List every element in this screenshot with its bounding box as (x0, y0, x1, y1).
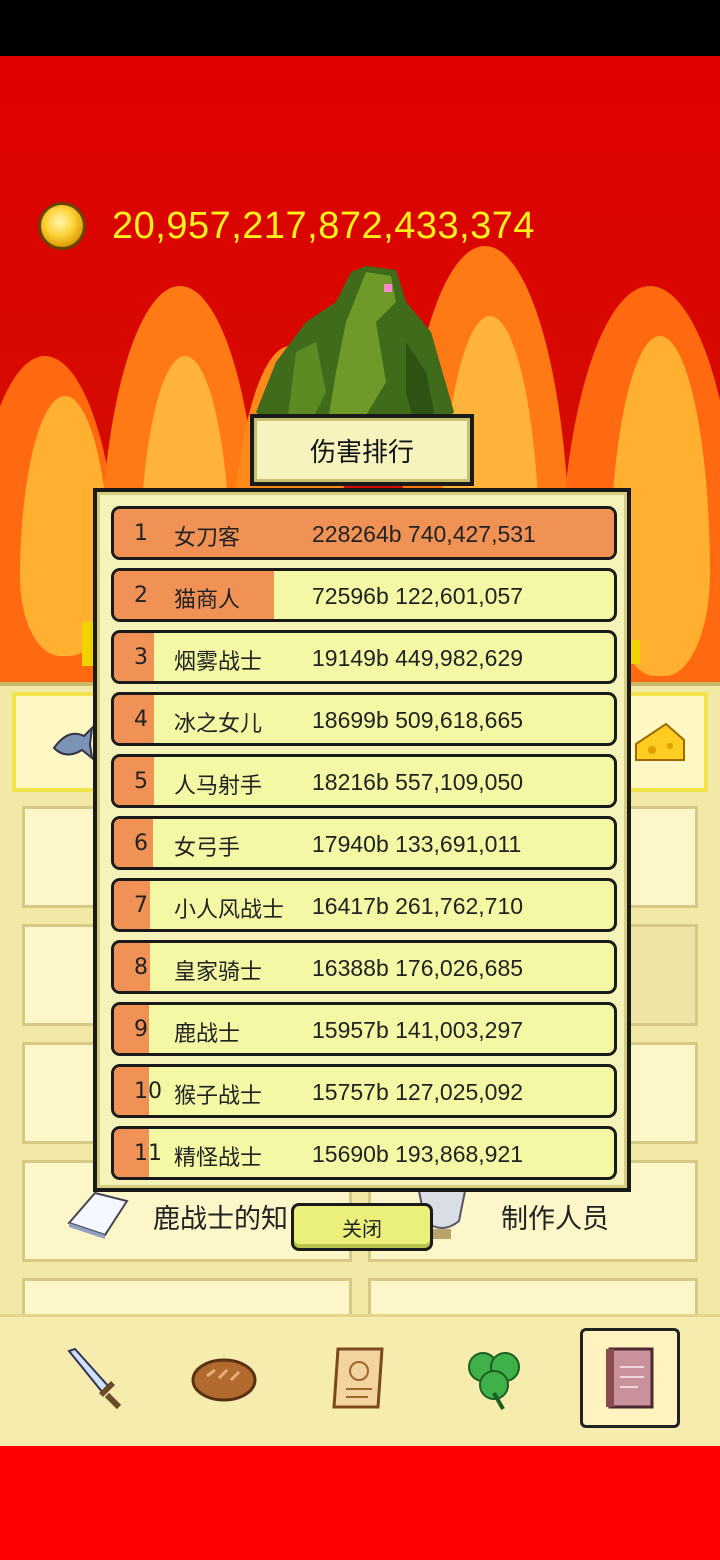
hero-name: 女刀客 (174, 526, 241, 551)
ranking-row: 1 女刀客 228264b 740,427,531 (111, 506, 617, 560)
hero-name: 精怪战士 (174, 1146, 263, 1171)
damage-score: 15957b 141,003,297 (312, 1017, 524, 1043)
damage-score: 18216b 557,109,050 (312, 769, 524, 795)
rank-number: 9 (134, 1017, 148, 1042)
hero-name: 烟雾战士 (174, 650, 263, 675)
ranking-row: 4 冰之女儿 18699b 509,618,665 (111, 692, 617, 746)
rank-number: 6 (134, 831, 148, 856)
fish-icon (52, 725, 94, 761)
ranking-row: 5 人马射手 18216b 557,109,050 (111, 754, 617, 808)
ranking-row: 6 女弓手 17940b 133,691,011 (111, 816, 617, 870)
close-button[interactable]: 关闭 (291, 1203, 433, 1251)
bread-icon (191, 1358, 257, 1402)
ranking-row: 11 精怪战士 15690b 193,868,921 (111, 1126, 617, 1180)
credits-label: 制作人员 (501, 1204, 609, 1235)
rank-number: 1 (134, 521, 148, 546)
hero-name: 猫商人 (174, 588, 241, 613)
ranking-row: 7 小人风战士 16417b 261,762,710 (111, 878, 617, 932)
status-bar (0, 0, 720, 56)
ranking-row: 3 烟雾战士 19149b 449,982,629 (111, 630, 617, 684)
ranking-row: 2 猫商人 72596b 122,601,057 (111, 568, 617, 622)
hero-name: 人马射手 (174, 774, 263, 799)
damage-score: 15757b 127,025,092 (312, 1079, 524, 1105)
gold-coin-icon (38, 202, 86, 250)
hero-name: 猴子战士 (174, 1084, 263, 1109)
hero-name: 冰之女儿 (174, 712, 263, 737)
dialog-title: 伤害排行 (250, 414, 474, 486)
damage-score: 16417b 261,762,710 (312, 893, 524, 919)
rank-number: 3 (134, 645, 148, 670)
damage-ranking-dialog: 1 女刀客 228264b 740,427,531 2 猫商人 72596b 122,60… (93, 488, 631, 1192)
nav-sword-button[interactable] (44, 1330, 140, 1426)
hero-name: 女弓手 (174, 836, 241, 861)
hero-name: 鹿战士 (174, 1022, 241, 1047)
ranking-row: 10 猴子战士 15757b 127,025,092 (111, 1064, 617, 1118)
nav-scroll-button[interactable] (312, 1330, 408, 1426)
rank-number: 7 (134, 893, 148, 918)
damage-score: 18699b 509,618,665 (312, 707, 524, 733)
nav-book-button[interactable] (580, 1328, 680, 1428)
ranking-row: 8 皇家骑士 16388b 176,026,685 (111, 940, 617, 994)
sword-icon (67, 1347, 122, 1410)
rank-number: 11 (134, 1141, 162, 1166)
nav-clover-button[interactable] (446, 1330, 542, 1426)
scroll-icon (332, 1347, 384, 1409)
monster-sprite[interactable] (256, 262, 456, 432)
damage-score: 228264b 740,427,531 (312, 521, 536, 547)
gold-counter: 20,957,217,872,433,374 (38, 198, 535, 254)
cheese-icon (635, 722, 685, 761)
book-icon (606, 1347, 654, 1409)
rank-number: 10 (134, 1079, 162, 1104)
damage-score: 16388b 176,026,685 (312, 955, 524, 981)
rank-number: 2 (134, 583, 148, 608)
hero-name: 皇家骑士 (174, 960, 263, 985)
rank-number: 4 (134, 707, 148, 732)
ranking-row: 9 鹿战士 15957b 141,003,297 (111, 1002, 617, 1056)
knowledge-label: 鹿战士的知 (153, 1204, 288, 1235)
hero-name: 小人风战士 (174, 898, 285, 923)
rank-number: 5 (134, 769, 148, 794)
damage-score: 15690b 193,868,921 (312, 1141, 524, 1167)
damage-score: 72596b 122,601,057 (312, 583, 524, 609)
gold-amount: 20,957,217,872,433,374 (112, 204, 536, 247)
clover-icon (468, 1352, 520, 1410)
nav-bread-button[interactable] (176, 1330, 272, 1426)
damage-score: 19149b 449,982,629 (312, 645, 524, 671)
bottom-filler (0, 1446, 720, 1560)
rank-number: 8 (134, 955, 148, 980)
background-label-fragment (630, 640, 640, 664)
damage-score: 17940b 133,691,011 (312, 831, 522, 857)
